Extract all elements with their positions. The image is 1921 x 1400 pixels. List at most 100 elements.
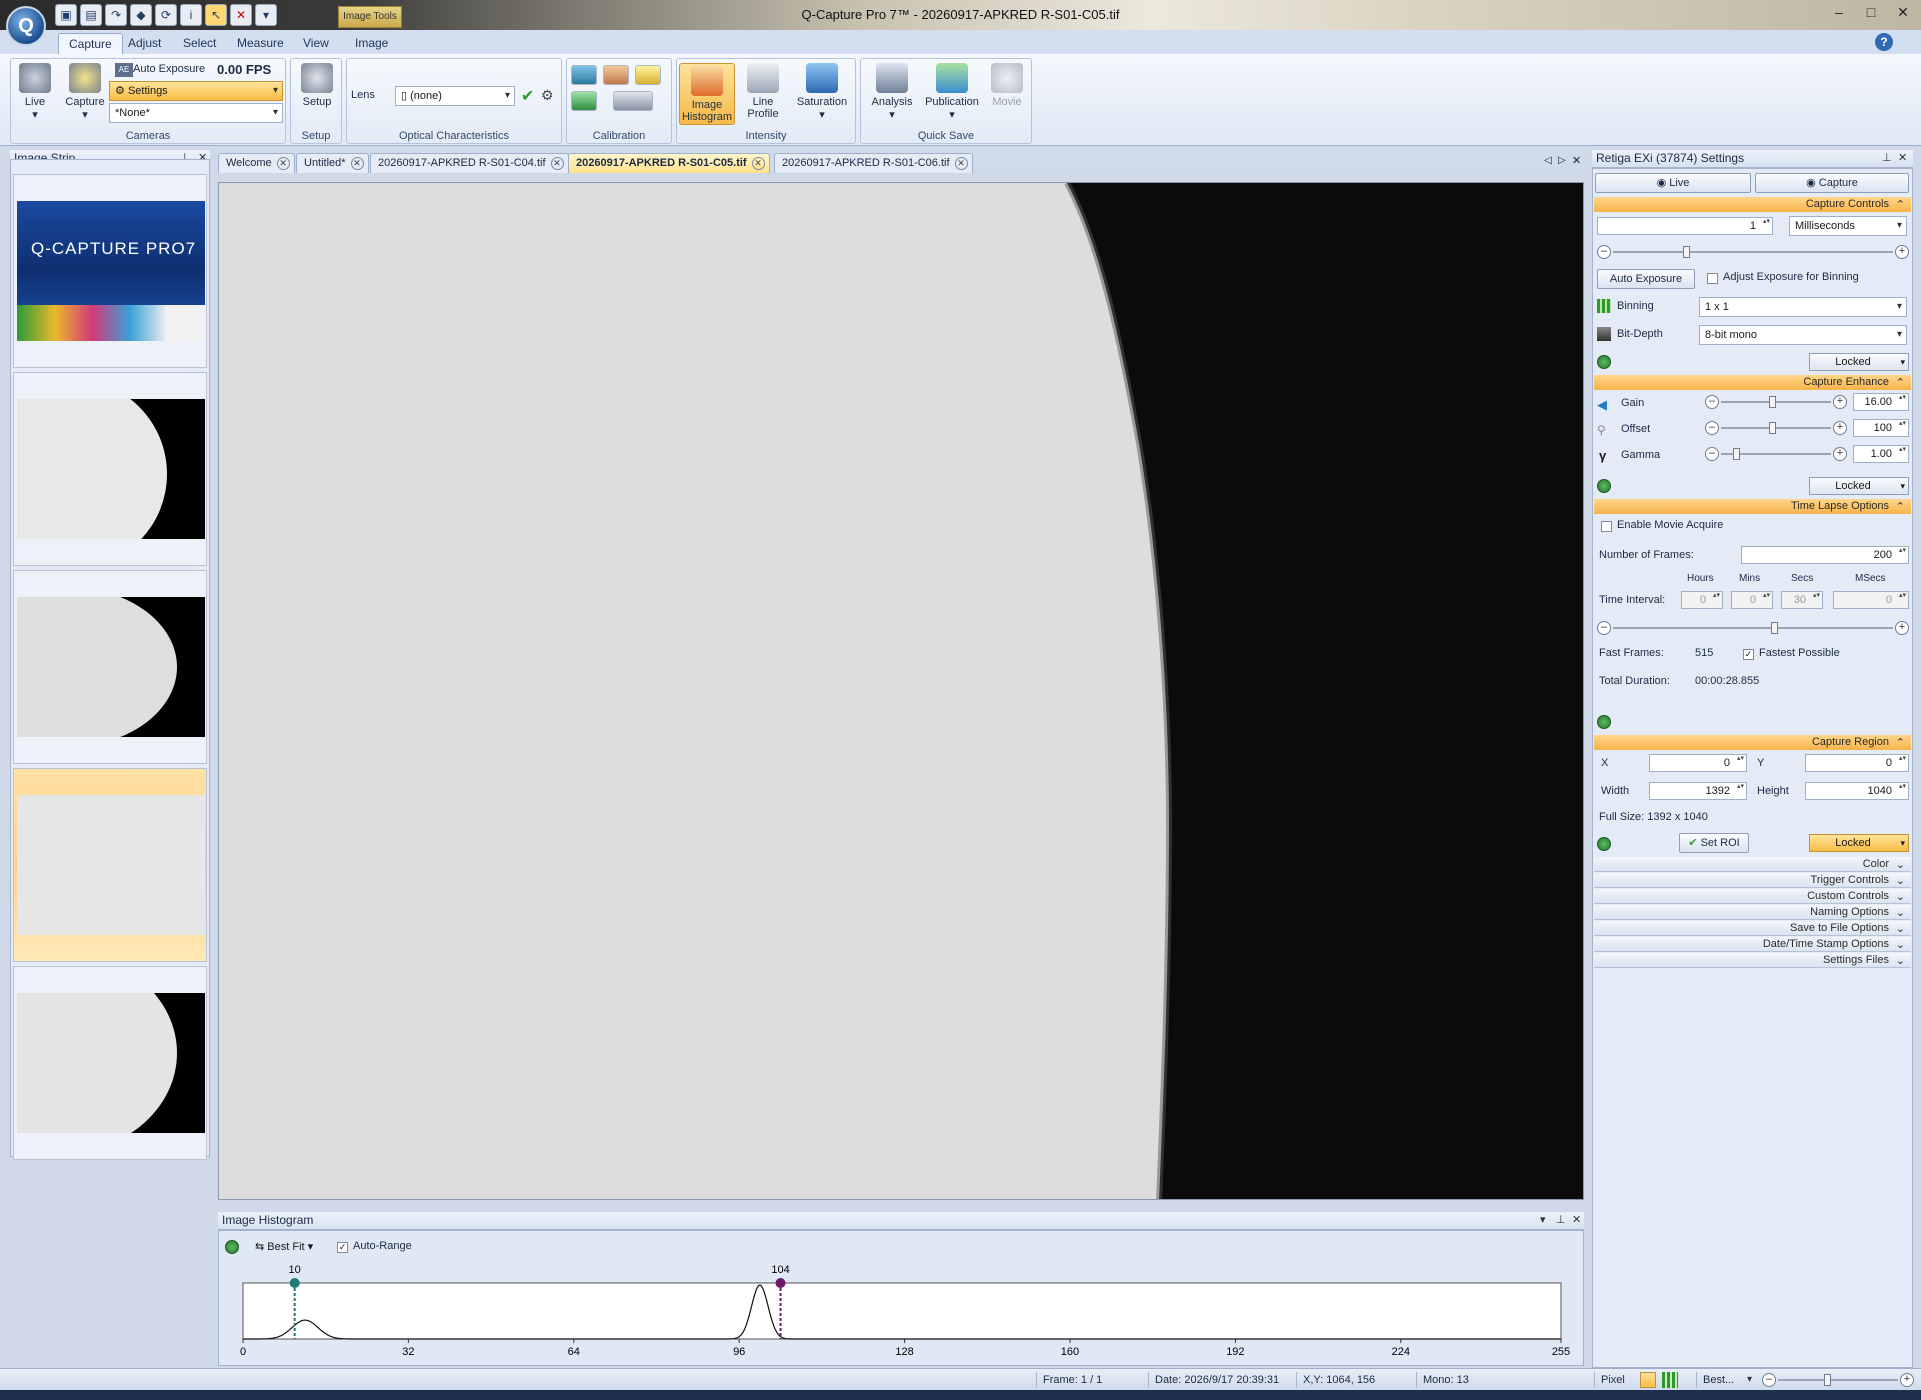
zoom-out-icon[interactable]: – [1762,1373,1776,1387]
close-panel-icon[interactable]: ✕ [1572,1212,1581,1229]
close-tab-icon[interactable]: ✕ [751,157,765,170]
roi-x-input[interactable]: 0 [1649,754,1747,772]
tab-capture[interactable]: Capture [58,33,123,54]
section-capture-region[interactable]: Capture Region [1594,735,1911,751]
enable-movie-checkbox[interactable] [1601,521,1612,532]
zoom-in-icon[interactable]: + [1900,1373,1914,1387]
section-naming-options[interactable]: Naming Options [1594,905,1911,921]
increase-icon[interactable]: + [1895,621,1909,635]
new-window-icon[interactable]: ▣ [55,4,77,26]
analysis-button[interactable]: Analysis ▾ [867,63,917,121]
calibrate-refresh-icon[interactable] [571,91,597,111]
slider-thumb[interactable] [1771,622,1778,634]
app-menu-button[interactable]: Q [6,6,46,46]
thumbnail-welcome[interactable]: Q-CAPTURE PRO7 [13,174,207,368]
binning-dropdown[interactable]: 1 x 1 [1699,297,1907,317]
section-time-lapse[interactable]: Time Lapse Options [1594,499,1911,515]
decrease-icon[interactable]: – [1597,245,1611,259]
preset-dropdown[interactable]: *None* [109,103,283,123]
pointer-icon[interactable]: ↖ [205,4,227,26]
movie-button[interactable]: Movie [985,63,1029,108]
roi-height-input[interactable]: 1040 [1805,782,1909,800]
doc-tab-welcome[interactable]: Welcome ✕ [218,153,295,173]
apply-lens-check-icon[interactable]: ✔ [521,86,534,106]
interval-hours-input[interactable]: 0 [1681,591,1723,609]
gamma-input[interactable]: 1.00 [1853,445,1909,463]
context-tab-image-tools[interactable]: Image Tools [338,6,402,28]
slider-thumb[interactable] [1769,422,1776,434]
section-trigger-controls[interactable]: Trigger Controls [1594,873,1911,889]
bit-depth-dropdown[interactable]: 8-bit mono [1699,325,1907,345]
slider-thumb[interactable] [1769,396,1776,408]
slider-thumb[interactable] [1683,246,1690,258]
increase-icon[interactable]: + [1833,421,1847,435]
help-icon[interactable]: ? [1875,33,1893,51]
close-tab-icon[interactable]: ✕ [954,157,968,170]
refresh-icon[interactable]: ⟳ [155,4,177,26]
doc-tab-untitled[interactable]: Untitled* ✕ [296,153,369,173]
lens-settings-gear-icon[interactable]: ⚙ [541,87,554,104]
interval-msecs-input[interactable]: 0 [1833,591,1909,609]
tab-measure[interactable]: Measure [227,33,294,54]
thumbnail-c06[interactable] [13,966,207,1160]
increase-icon[interactable]: + [1895,245,1909,259]
open-icon[interactable]: ▤ [80,4,102,26]
zoom-dropdown[interactable]: Best... [1696,1372,1756,1388]
panel-menu-icon[interactable]: ▾ [1540,1212,1546,1229]
close-button[interactable]: ✕ [1889,4,1917,24]
calibrate-image-icon[interactable] [571,65,597,85]
delete-icon[interactable]: ✕ [230,4,252,26]
thumbnail-c04[interactable] [13,570,207,764]
saturation-button[interactable]: Saturation ▾ [791,63,853,121]
zoom-slider[interactable]: – + [1762,1373,1914,1387]
gamma-slider[interactable]: – + [1705,447,1847,461]
roi-width-input[interactable]: 1392 [1649,782,1747,800]
adjust-binning-checkbox[interactable] [1707,273,1718,284]
decrease-icon[interactable]: – [1705,395,1719,409]
capture-controls-lock-dropdown[interactable]: Locked [1809,353,1909,371]
close-tab-icon[interactable]: ✕ [350,157,364,170]
minimize-button[interactable]: – [1825,4,1853,24]
close-document-icon[interactable]: ✕ [1572,154,1581,167]
increase-icon[interactable]: + [1833,395,1847,409]
slider-thumb[interactable] [1733,448,1740,460]
auto-range-checkbox[interactable]: ✓ [337,1242,348,1253]
time-lapse-refresh-icon[interactable] [1597,715,1611,729]
live-button[interactable]: Live ▾ [13,63,57,121]
tag-icon[interactable]: ◆ [130,4,152,26]
image-canvas[interactable] [218,182,1584,1200]
gain-input[interactable]: 16.00 [1853,393,1909,411]
gain-slider[interactable]: – + [1705,395,1847,409]
exposure-input[interactable]: 1 [1597,217,1773,235]
set-roi-button[interactable]: ✔ Set ROI [1679,833,1749,853]
auto-exposure-button[interactable]: Auto Exposure [133,63,205,75]
offset-input[interactable]: 100 [1853,419,1909,437]
decrease-icon[interactable]: – [1705,421,1719,435]
settings-capture-button[interactable]: ◉ Capture [1755,173,1909,193]
slider-thumb[interactable] [1824,1374,1831,1386]
fastest-possible-checkbox[interactable]: ✓ [1743,649,1754,660]
close-tab-icon[interactable]: ✕ [276,157,290,170]
decrease-icon[interactable]: – [1597,621,1611,635]
section-custom-controls[interactable]: Custom Controls [1594,889,1911,905]
doc-tab-c06[interactable]: 20260917-APKRED R-S01-C06.tif ✕ [774,153,973,173]
high-marker-handle[interactable] [775,1278,786,1288]
setup-button[interactable]: Setup [293,63,341,108]
qat-dropdown-icon[interactable]: ▾ [255,4,277,26]
interval-secs-input[interactable]: 30 [1781,591,1823,609]
tab-image[interactable]: Image [345,33,398,54]
capture-enhance-refresh-icon[interactable] [1597,479,1611,493]
settings-live-button[interactable]: ◉ Live [1595,173,1751,193]
best-fit-dropdown[interactable]: ⇆ Best Fit ▾ [251,1237,327,1257]
exposure-slider[interactable]: – + [1597,245,1909,259]
tab-select[interactable]: Select [173,33,226,54]
exposure-unit-dropdown[interactable]: Milliseconds [1789,216,1907,236]
tab-scroll-right-icon[interactable]: ▷ [1558,155,1566,166]
tab-adjust[interactable]: Adjust [118,33,171,54]
section-capture-enhance[interactable]: Capture Enhance [1594,375,1911,391]
settings-dropdown[interactable]: ⚙ Settings [109,81,283,101]
capture-region-refresh-icon[interactable] [1597,837,1611,851]
pin-icon[interactable]: ⊥ [1556,1212,1566,1229]
section-settings-files[interactable]: Settings Files [1594,953,1911,969]
section-capture-controls[interactable]: Capture Controls [1594,197,1911,213]
